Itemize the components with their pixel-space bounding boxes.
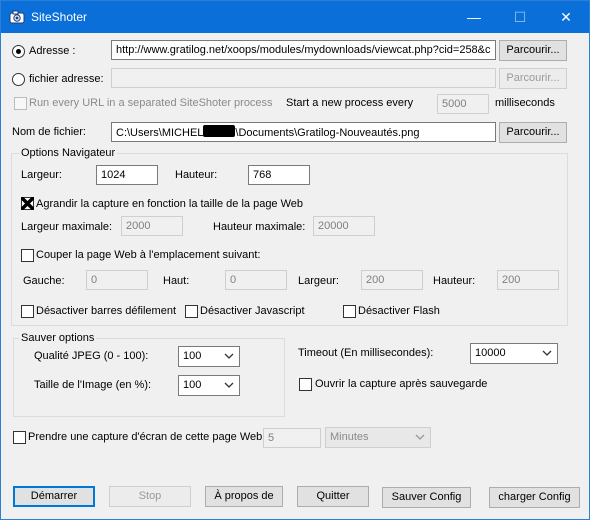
redacted-username xyxy=(203,125,236,137)
load-config-button[interactable]: charger Config xyxy=(489,487,580,508)
file-radio-label: fichier adresse: xyxy=(29,73,104,85)
process-interval-input[interactable]: 5000 xyxy=(437,94,489,114)
max-height-input[interactable]: 20000 xyxy=(313,216,375,236)
about-button[interactable]: À propos de xyxy=(205,486,283,507)
filename-browse-button[interactable]: Parcourir... xyxy=(499,122,567,143)
file-radio[interactable] xyxy=(12,73,25,86)
max-width-label: Largeur maximale: xyxy=(21,221,113,233)
app-icon xyxy=(9,9,25,25)
close-button[interactable]: ✕ xyxy=(543,1,589,33)
url-radio[interactable] xyxy=(12,45,25,58)
max-width-input[interactable]: 2000 xyxy=(121,216,183,236)
stop-button[interactable]: Stop xyxy=(109,486,191,507)
periodic-interval-input[interactable]: 5 xyxy=(263,428,321,448)
crop-left-input[interactable]: 0 xyxy=(86,270,148,290)
filename-label: Nom de fichier: xyxy=(12,126,86,138)
chevron-down-icon xyxy=(542,350,552,356)
jpeg-quality-value: 100 xyxy=(183,350,202,362)
periodic-unit-select[interactable]: Minutes xyxy=(325,427,431,448)
file-address-input[interactable] xyxy=(111,68,496,88)
jpeg-quality-label: Qualité JPEG (0 - 100): xyxy=(34,350,149,362)
maximize-button[interactable]: ☐ xyxy=(497,1,543,33)
start-process-label: Start a new process every xyxy=(286,97,414,109)
enlarge-label: Agrandir la capture en fonction la taill… xyxy=(36,198,304,210)
image-size-label: Taille de l'Image (en %): xyxy=(34,379,152,391)
crop-label: Couper la page Web à l'emplacement suiva… xyxy=(36,249,261,261)
crop-top-input[interactable]: 0 xyxy=(225,270,287,290)
app-window: SiteShoter — ☐ ✕ Adresse : http://www.gr… xyxy=(0,0,590,520)
chevron-down-icon xyxy=(224,353,234,359)
save-options-title: Sauver options xyxy=(19,332,97,344)
timeout-value: 10000 xyxy=(475,347,506,359)
minimize-button[interactable]: — xyxy=(451,1,497,33)
filename-value-suffix: \Documents\Gratilog-Nouveautés.png xyxy=(235,127,420,139)
start-button[interactable]: Démarrer xyxy=(13,486,95,507)
height-label: Hauteur: xyxy=(175,169,218,181)
crop-width-label: Largeur: xyxy=(298,275,339,287)
disable-scrollbars-checkbox[interactable] xyxy=(21,305,34,318)
jpeg-quality-select[interactable]: 100 xyxy=(178,346,240,367)
crop-checkbox[interactable] xyxy=(21,249,34,262)
browser-options-title: Options Navigateur xyxy=(19,147,118,159)
quit-button[interactable]: Quitter xyxy=(297,486,369,507)
separate-process-checkbox[interactable] xyxy=(14,97,27,110)
crop-left-label: Gauche: xyxy=(23,275,65,287)
timeout-label: Timeout (En millisecondes): xyxy=(298,347,434,359)
interval-unit-label: milliseconds xyxy=(495,97,555,109)
open-after-save-label: Ouvrir la capture après sauvegarde xyxy=(315,378,488,390)
width-label: Largeur: xyxy=(21,169,62,181)
crop-height-label: Hauteur: xyxy=(433,275,476,287)
filename-input[interactable]: C:\Users\MICHEL \Documents\Gratilog-Nouve… xyxy=(111,122,496,142)
disable-javascript-label: Désactiver Javascript xyxy=(200,305,305,317)
disable-flash-label: Désactiver Flash xyxy=(358,305,440,317)
save-config-button[interactable]: Sauver Config xyxy=(382,487,471,508)
check-mark-icon xyxy=(21,197,34,210)
chevron-down-icon xyxy=(224,382,234,388)
periodic-unit-value: Minutes xyxy=(330,431,369,443)
url-browse-button[interactable]: Parcourir... xyxy=(499,40,567,61)
url-input[interactable]: http://www.gratilog.net/xoops/modules/my… xyxy=(111,40,496,60)
periodic-capture-label: Prendre une capture d'écran de cette pag… xyxy=(28,431,263,443)
timeout-select[interactable]: 10000 xyxy=(470,343,558,364)
separate-process-label: Run every URL in a separated SiteShoter … xyxy=(29,97,273,109)
url-radio-label: Adresse : xyxy=(29,45,76,57)
max-height-label: Hauteur maximale: xyxy=(213,221,306,233)
chevron-down-icon xyxy=(415,434,425,440)
radio-selected-dot xyxy=(16,49,21,54)
crop-width-input[interactable]: 200 xyxy=(361,270,423,290)
file-browse-button[interactable]: Parcourir... xyxy=(499,68,567,89)
image-size-value: 100 xyxy=(183,379,202,391)
window-title: SiteShoter xyxy=(31,10,88,24)
image-size-select[interactable]: 100 xyxy=(178,375,240,396)
width-input[interactable]: 1024 xyxy=(96,165,158,185)
disable-scrollbars-label: Désactiver barres défilement xyxy=(36,305,177,317)
open-after-save-checkbox[interactable] xyxy=(299,378,312,391)
crop-height-input[interactable]: 200 xyxy=(497,270,559,290)
enlarge-checkbox[interactable] xyxy=(21,197,34,210)
disable-javascript-checkbox[interactable] xyxy=(185,305,198,318)
height-input[interactable]: 768 xyxy=(248,165,310,185)
crop-top-label: Haut: xyxy=(163,275,190,287)
title-bar[interactable]: SiteShoter — ☐ ✕ xyxy=(1,1,589,33)
filename-value-prefix: C:\Users\MICHEL xyxy=(116,127,204,139)
periodic-capture-checkbox[interactable] xyxy=(13,431,26,444)
disable-flash-checkbox[interactable] xyxy=(343,305,356,318)
